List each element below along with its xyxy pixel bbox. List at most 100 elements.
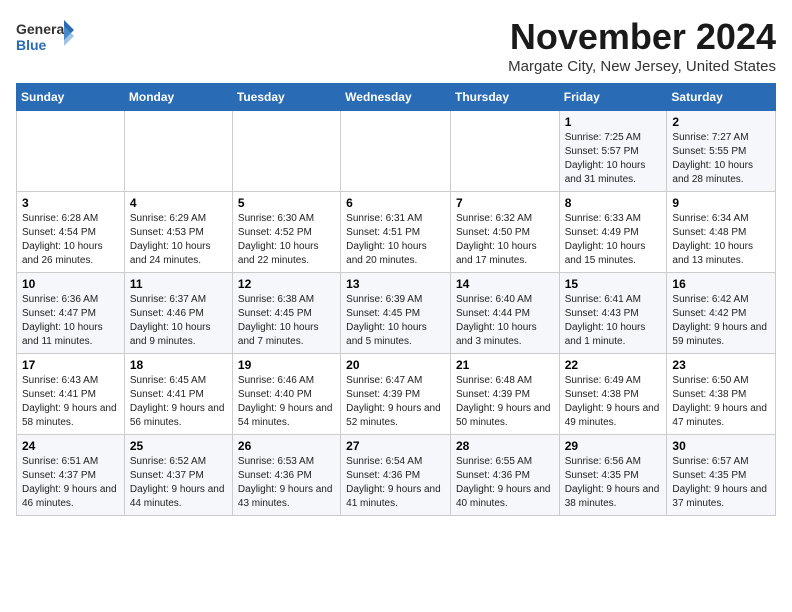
header: General Blue November 2024 Margate City,…: [16, 16, 776, 75]
day-info: Sunrise: 6:51 AM Sunset: 4:37 PM Dayligh…: [22, 455, 119, 511]
calendar-table: SundayMondayTuesdayWednesdayThursdayFrid…: [16, 83, 776, 516]
day-number: 27: [346, 439, 445, 453]
day-number: 23: [672, 358, 770, 372]
day-number: 24: [22, 439, 119, 453]
day-info: Sunrise: 6:50 AM Sunset: 4:38 PM Dayligh…: [672, 374, 770, 430]
calendar-cell: 16 Sunrise: 6:42 AM Sunset: 4:42 PM Dayli…: [667, 273, 776, 354]
calendar-week-row: 10 Sunrise: 6:36 AM Sunset: 4:47 PM Dayli…: [17, 273, 776, 354]
day-info: Sunrise: 6:57 AM Sunset: 4:35 PM Dayligh…: [672, 455, 770, 511]
day-number: 3: [22, 196, 119, 210]
day-info: Sunrise: 6:31 AM Sunset: 4:51 PM Dayligh…: [346, 212, 445, 268]
day-number: 13: [346, 277, 445, 291]
day-info: Sunrise: 6:41 AM Sunset: 4:43 PM Dayligh…: [565, 293, 662, 349]
month-title: November 2024: [508, 16, 776, 58]
day-number: 19: [238, 358, 335, 372]
calendar-cell: [124, 111, 232, 192]
day-number: 26: [238, 439, 335, 453]
location-subtitle: Margate City, New Jersey, United States: [508, 58, 776, 75]
svg-text:Blue: Blue: [16, 37, 47, 53]
calendar-cell: 26Sunrise: 6:53 AM Sunset: 4:36 PM Dayli…: [232, 435, 340, 516]
day-number: 17: [22, 358, 119, 372]
calendar-cell: 25 Sunrise: 6:52 AM Sunset: 4:37 PM Dayli…: [124, 435, 232, 516]
calendar-cell: 28 Sunrise: 6:55 AM Sunset: 4:36 PM Dayli…: [450, 435, 559, 516]
calendar-week-row: 17 Sunrise: 6:43 AM Sunset: 4:41 PM Dayli…: [17, 354, 776, 435]
day-number: 30: [672, 439, 770, 453]
day-info: Sunrise: 6:52 AM Sunset: 4:37 PM Dayligh…: [130, 455, 227, 511]
day-info: Sunrise: 6:54 AM Sunset: 4:36 PM Dayligh…: [346, 455, 445, 511]
day-info: Sunrise: 6:33 AM Sunset: 4:49 PM Dayligh…: [565, 212, 662, 268]
weekday-header: Sunday: [17, 84, 125, 111]
calendar-cell: 29 Sunrise: 6:56 AM Sunset: 4:35 PM Dayli…: [559, 435, 667, 516]
calendar-week-row: 1 Sunrise: 7:25 AM Sunset: 5:57 PM Daylig…: [17, 111, 776, 192]
calendar-week-row: 24 Sunrise: 6:51 AM Sunset: 4:37 PM Dayli…: [17, 435, 776, 516]
calendar-cell: 21 Sunrise: 6:48 AM Sunset: 4:39 PM Dayli…: [450, 354, 559, 435]
day-number: 2: [672, 115, 770, 129]
day-info: Sunrise: 6:55 AM Sunset: 4:36 PM Dayligh…: [456, 455, 554, 511]
calendar-cell: [232, 111, 340, 192]
day-number: 16: [672, 277, 770, 291]
calendar-cell: 18 Sunrise: 6:45 AM Sunset: 4:41 PM Dayli…: [124, 354, 232, 435]
calendar-cell: 1 Sunrise: 7:25 AM Sunset: 5:57 PM Daylig…: [559, 111, 667, 192]
day-info: Sunrise: 6:42 AM Sunset: 4:42 PM Dayligh…: [672, 293, 770, 349]
day-info: Sunrise: 6:36 AM Sunset: 4:47 PM Dayligh…: [22, 293, 119, 349]
day-info: Sunrise: 7:27 AM Sunset: 5:55 PM Dayligh…: [672, 131, 770, 187]
title-area: November 2024 Margate City, New Jersey, …: [508, 16, 776, 75]
svg-text:General: General: [16, 21, 68, 37]
day-info: Sunrise: 6:48 AM Sunset: 4:39 PM Dayligh…: [456, 374, 554, 430]
day-number: 15: [565, 277, 662, 291]
day-info: Sunrise: 6:29 AM Sunset: 4:53 PM Dayligh…: [130, 212, 227, 268]
day-number: 9: [672, 196, 770, 210]
calendar-cell: 8Sunrise: 6:33 AM Sunset: 4:49 PM Daylig…: [559, 192, 667, 273]
day-number: 18: [130, 358, 227, 372]
day-info: Sunrise: 6:40 AM Sunset: 4:44 PM Dayligh…: [456, 293, 554, 349]
day-info: Sunrise: 6:28 AM Sunset: 4:54 PM Dayligh…: [22, 212, 119, 268]
calendar-cell: 5 Sunrise: 6:30 AM Sunset: 4:52 PM Daylig…: [232, 192, 340, 273]
day-number: 1: [565, 115, 662, 129]
day-info: Sunrise: 6:30 AM Sunset: 4:52 PM Dayligh…: [238, 212, 335, 268]
weekday-header: Monday: [124, 84, 232, 111]
day-info: Sunrise: 6:43 AM Sunset: 4:41 PM Dayligh…: [22, 374, 119, 430]
calendar-cell: 30 Sunrise: 6:57 AM Sunset: 4:35 PM Dayli…: [667, 435, 776, 516]
calendar-cell: 20Sunrise: 6:47 AM Sunset: 4:39 PM Dayli…: [341, 354, 451, 435]
calendar-cell: 7Sunrise: 6:32 AM Sunset: 4:50 PM Daylig…: [450, 192, 559, 273]
day-number: 22: [565, 358, 662, 372]
calendar-cell: [450, 111, 559, 192]
calendar-cell: 10 Sunrise: 6:36 AM Sunset: 4:47 PM Dayli…: [17, 273, 125, 354]
weekday-header: Thursday: [450, 84, 559, 111]
calendar-cell: 15 Sunrise: 6:41 AM Sunset: 4:43 PM Dayli…: [559, 273, 667, 354]
calendar-cell: 17 Sunrise: 6:43 AM Sunset: 4:41 PM Dayli…: [17, 354, 125, 435]
calendar-cell: 6 Sunrise: 6:31 AM Sunset: 4:51 PM Daylig…: [341, 192, 451, 273]
day-number: 12: [238, 277, 335, 291]
calendar-cell: [17, 111, 125, 192]
logo: General Blue: [16, 16, 76, 66]
calendar-cell: [341, 111, 451, 192]
day-number: 21: [456, 358, 554, 372]
day-number: 25: [130, 439, 227, 453]
day-info: Sunrise: 6:34 AM Sunset: 4:48 PM Dayligh…: [672, 212, 770, 268]
day-number: 11: [130, 277, 227, 291]
day-info: Sunrise: 6:39 AM Sunset: 4:45 PM Dayligh…: [346, 293, 445, 349]
calendar-cell: 2 Sunrise: 7:27 AM Sunset: 5:55 PM Daylig…: [667, 111, 776, 192]
calendar-cell: 11 Sunrise: 6:37 AM Sunset: 4:46 PM Dayli…: [124, 273, 232, 354]
day-info: Sunrise: 6:37 AM Sunset: 4:46 PM Dayligh…: [130, 293, 227, 349]
weekday-header: Wednesday: [341, 84, 451, 111]
calendar-cell: 3 Sunrise: 6:28 AM Sunset: 4:54 PM Daylig…: [17, 192, 125, 273]
day-number: 6: [346, 196, 445, 210]
day-number: 29: [565, 439, 662, 453]
calendar-cell: 22Sunrise: 6:49 AM Sunset: 4:38 PM Dayli…: [559, 354, 667, 435]
calendar-cell: 14 Sunrise: 6:40 AM Sunset: 4:44 PM Dayli…: [450, 273, 559, 354]
day-info: Sunrise: 6:56 AM Sunset: 4:35 PM Dayligh…: [565, 455, 662, 511]
day-number: 4: [130, 196, 227, 210]
day-info: Sunrise: 6:47 AM Sunset: 4:39 PM Dayligh…: [346, 374, 445, 430]
day-number: 10: [22, 277, 119, 291]
calendar-cell: 24 Sunrise: 6:51 AM Sunset: 4:37 PM Dayli…: [17, 435, 125, 516]
day-info: Sunrise: 7:25 AM Sunset: 5:57 PM Dayligh…: [565, 131, 662, 187]
day-info: Sunrise: 6:45 AM Sunset: 4:41 PM Dayligh…: [130, 374, 227, 430]
day-number: 14: [456, 277, 554, 291]
logo-icon: General Blue: [16, 16, 76, 66]
day-number: 28: [456, 439, 554, 453]
day-number: 7: [456, 196, 554, 210]
day-info: Sunrise: 6:38 AM Sunset: 4:45 PM Dayligh…: [238, 293, 335, 349]
day-number: 5: [238, 196, 335, 210]
calendar-cell: 27 Sunrise: 6:54 AM Sunset: 4:36 PM Dayli…: [341, 435, 451, 516]
